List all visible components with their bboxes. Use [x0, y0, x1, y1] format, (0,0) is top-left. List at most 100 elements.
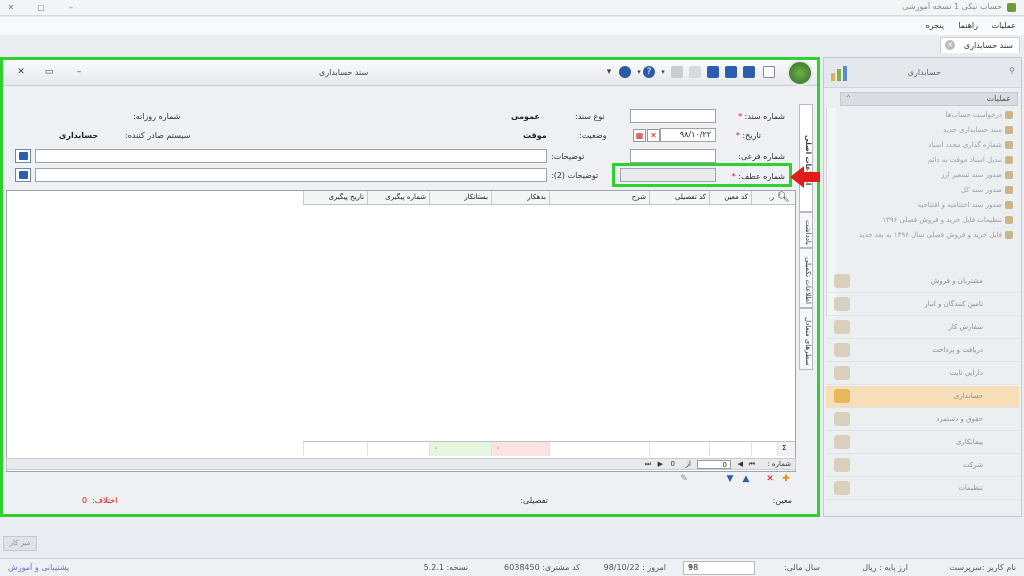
col-description[interactable]: شرح	[549, 191, 649, 205]
save-description-icon[interactable]	[15, 149, 31, 163]
collapse-icon[interactable]: ⌃	[845, 94, 852, 103]
copy-icon[interactable]	[689, 66, 701, 78]
delete-row-icon[interactable]: ✕	[764, 473, 776, 485]
tab-notes[interactable]: یادداشت	[799, 212, 813, 248]
op-icon	[1005, 216, 1013, 224]
pager-of-label: از	[685, 460, 691, 468]
op-item[interactable]: تبدیل اسناد موقت به دائم	[928, 156, 1013, 167]
doc-type-label: نوع سند:	[575, 112, 605, 121]
menu-operations[interactable]: عملیات	[992, 21, 1016, 30]
assets-icon	[834, 366, 850, 380]
sub-number-input[interactable]	[630, 149, 716, 163]
prev-page-icon[interactable]: ◀	[738, 460, 743, 468]
last-page-icon[interactable]: ⏭	[645, 460, 651, 469]
document-tab-label: سند حسابداری	[963, 41, 1013, 50]
op-item[interactable]: فایل خرید و فروش فصلی سال ۱۳۹۶ به بعد جد…	[843, 231, 1013, 253]
move-down-icon[interactable]: ▼	[724, 473, 736, 485]
nav-item-assets[interactable]: دارایی ثابت	[826, 363, 1019, 385]
col-debit[interactable]: بدهکار	[491, 191, 549, 205]
dropdown-icon[interactable]: ▾	[657, 66, 669, 78]
document-tab[interactable]: سند حسابداری ✕	[940, 37, 1020, 53]
op-icon	[1005, 156, 1013, 164]
close-doc-button[interactable]: ✕	[15, 66, 27, 78]
desktop-chip[interactable]: میز کار	[3, 536, 37, 551]
description2-input[interactable]	[35, 168, 547, 182]
nav-item-suppliers[interactable]: تامین کنندگان و انبار	[826, 294, 1019, 316]
help-icon[interactable]: ?	[643, 66, 655, 78]
calendar-icon[interactable]: ▦	[633, 129, 646, 142]
clock-icon[interactable]	[619, 66, 631, 78]
nav-item-settings[interactable]: تنظیمات	[826, 478, 1019, 500]
first-page-icon[interactable]: ⏮	[749, 460, 755, 469]
move-up-icon[interactable]: ▲	[740, 473, 752, 485]
maximize-window-button[interactable]: ▢	[34, 2, 48, 13]
page-number-input[interactable]: 0	[697, 460, 731, 469]
new-document-icon[interactable]	[763, 66, 775, 78]
nav-item-payments[interactable]: دریافت و پرداخت	[826, 340, 1019, 362]
col-tafsili-code[interactable]: کد تفصیلی	[649, 191, 709, 205]
op-item[interactable]: شماره گذاری مجدد اسناد	[928, 141, 1013, 152]
tab-main-info[interactable]: اطلاعات اصلی	[799, 104, 813, 212]
save-description2-icon[interactable]	[15, 168, 31, 182]
minimize-doc-button[interactable]: –	[73, 66, 85, 78]
doc-number-input[interactable]	[630, 109, 716, 123]
description2-label: توضیحات (2):	[551, 171, 599, 180]
op-item[interactable]: صدور سند اختتامیه و افتتاحیه	[918, 201, 1013, 212]
order-icon	[834, 320, 850, 334]
restore-doc-button[interactable]: ▭	[43, 66, 55, 78]
credit-total: ۰	[429, 442, 491, 456]
status-label: وضعیت:	[579, 131, 607, 140]
document-lines-grid[interactable]: 🔍︎ ر. کد معین کد تفصیلی شرح بدهکار بستان…	[6, 190, 796, 472]
nav-header-title: حسابداری	[907, 68, 941, 77]
next-page-icon[interactable]: ▶	[658, 460, 663, 468]
support-link[interactable]: پشتیبانی و آموزش	[8, 563, 69, 572]
col-credit[interactable]: بستانکار	[429, 191, 491, 205]
op-item[interactable]: درخواست حساب‌ها	[946, 111, 1013, 122]
close-window-button[interactable]: ✕	[4, 2, 18, 13]
close-tab-icon[interactable]: ✕	[945, 40, 955, 50]
op-item[interactable]: صدور سند کل	[961, 186, 1013, 197]
nav-item-payroll[interactable]: حقوق و دستمزد	[826, 409, 1019, 431]
chevron-down-icon: ▾	[688, 563, 692, 571]
ops-header[interactable]: عملیات ⌃	[840, 92, 1018, 106]
issuer-label: سیستم صادر کننده:	[125, 131, 191, 140]
nav-header: حسابداری ⚲	[824, 58, 1021, 88]
grid-header: 🔍︎ ر. کد معین کد تفصیلی شرح بدهکار بستان…	[303, 191, 795, 205]
op-item[interactable]: تنظیمات فایل خرید و فروش فصلی ۱۳۹۶	[882, 216, 1013, 227]
nav-item-company[interactable]: شرکت	[826, 455, 1019, 477]
edit-row-icon[interactable]: ✎	[678, 473, 690, 485]
nav-item-orders[interactable]: سفارش کار	[826, 317, 1019, 339]
dropdown-icon[interactable]: ▾	[603, 66, 615, 78]
tafsili-label: تفصیلی:	[520, 496, 548, 505]
col-row[interactable]: ر.	[751, 191, 777, 205]
search-icon[interactable]: 🔍︎	[777, 192, 790, 203]
save-close-icon[interactable]	[743, 66, 755, 78]
fiscal-year-select[interactable]: 98 ▾	[683, 561, 755, 575]
menu-help[interactable]: راهنما	[958, 21, 978, 30]
menu-window[interactable]: پنجره	[926, 21, 944, 30]
op-icon	[1005, 141, 1013, 149]
difference-label: اختلاف:	[92, 496, 118, 505]
highlight-frame	[612, 163, 792, 187]
description-input[interactable]	[35, 149, 547, 163]
print-icon[interactable]	[671, 66, 683, 78]
col-tracking-date[interactable]: تاریخ پیگیری	[303, 191, 367, 205]
col-moein-code[interactable]: کد معین	[709, 191, 751, 205]
op-item[interactable]: صدور سند تسعیر ارز	[941, 171, 1013, 182]
col-tracking-number[interactable]: شماره پیگیری	[367, 191, 429, 205]
tab-extra-info[interactable]: اطلاعات تکمیلی	[799, 248, 813, 308]
clear-date-icon[interactable]: ✕	[647, 129, 660, 142]
nav-item-customers[interactable]: مشتریان و فروش	[826, 271, 1019, 293]
save-as-icon[interactable]	[725, 66, 737, 78]
date-input[interactable]: ۹۸/۱۰/۲۲	[660, 128, 716, 142]
nav-item-accounting[interactable]: حسابداری	[826, 386, 1019, 408]
warehouse-icon	[834, 297, 850, 311]
op-item[interactable]: سند حسابداری جدید	[943, 126, 1013, 137]
daily-number-label: شماره روزانه:	[133, 112, 181, 121]
tab-balanced-rows[interactable]: سطرهای متعادل	[799, 308, 813, 370]
add-row-icon[interactable]: ✚	[780, 473, 792, 485]
save-icon[interactable]	[707, 66, 719, 78]
pin-icon[interactable]: ⚲	[1009, 66, 1015, 75]
nav-item-contracting[interactable]: پیمانکاری	[826, 432, 1019, 454]
minimize-window-button[interactable]: –	[64, 2, 78, 13]
